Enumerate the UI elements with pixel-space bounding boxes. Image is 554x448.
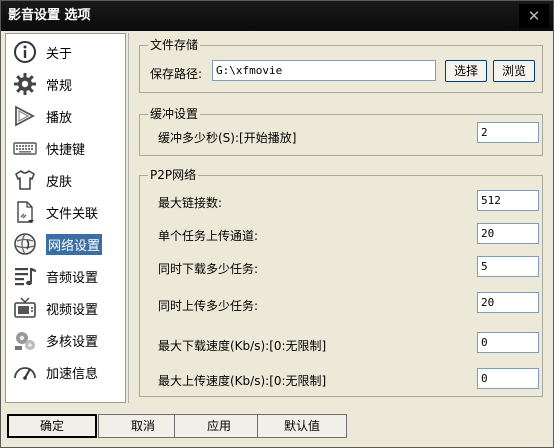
info-icon (12, 40, 38, 64)
sidebar-item-multicore[interactable]: 多核设置 (8, 326, 123, 354)
sidebar-item-label: 快捷键 (46, 142, 86, 158)
play-icon (12, 104, 38, 128)
concurrent-uploads-input[interactable]: 20 (477, 292, 539, 313)
sidebar-item-label: 音频设置 (46, 270, 99, 286)
dialog-footer: 确定 取消 应用 默认值 (1, 405, 553, 447)
keyboard-icon (12, 136, 38, 160)
max-connections-input[interactable]: 512 (477, 190, 539, 211)
sidebar-item-label: 视频设置 (46, 302, 99, 318)
file-storage-group: 文件存储 保存路径: G:\xfmovie 选择 浏览 (139, 38, 543, 93)
max-upload-speed-label: 最大上传速度(Kb/s):[0:无限制] (158, 374, 327, 388)
upload-channels-label: 单个任务上传通道: (158, 229, 259, 243)
settings-window: 影音设置 选项 ✕ 关于 常规 播放 快捷键 皮肤 文件关联 网络设置 音频设置… (0, 0, 554, 448)
sidebar-item-acceleration[interactable]: 加速信息 (8, 358, 123, 386)
buffer-settings-group: 缓冲设置 缓冲多少秒(S):[开始播放] 2 (139, 107, 543, 156)
sidebar-item-label: 网络设置 (44, 232, 104, 256)
select-button[interactable]: 选择 (445, 60, 487, 82)
sidebar-item-label: 播放 (46, 110, 73, 126)
upload-channels-input[interactable]: 20 (477, 223, 539, 244)
tv-icon (12, 296, 38, 320)
gear-icon (12, 72, 38, 96)
group-title: 文件存储 (148, 38, 201, 52)
title-bar[interactable]: 影音设置 选项 ✕ (1, 1, 553, 31)
sidebar-item-label: 常规 (46, 78, 73, 94)
network-settings-panel: 文件存储 保存路径: G:\xfmovie 选择 浏览 缓冲设置 缓冲多少秒(S… (128, 33, 552, 403)
defaults-button[interactable]: 默认值 (257, 414, 347, 438)
sidebar-item-label: 文件关联 (46, 206, 99, 222)
window-title: 影音设置 选项 (8, 8, 91, 23)
sidebar-item-label: 皮肤 (46, 174, 73, 190)
sidebar-nav: 关于 常规 播放 快捷键 皮肤 文件关联 网络设置 音频设置 视频设置 多核设置… (5, 33, 126, 403)
save-path-label: 保存路径: (150, 67, 203, 81)
sidebar-item-about[interactable]: 关于 (8, 38, 123, 66)
max-connections-label: 最大链接数: (158, 196, 223, 210)
apply-button[interactable]: 应用 (174, 414, 264, 438)
speedometer-icon (12, 360, 38, 384)
browse-button[interactable]: 浏览 (493, 60, 535, 82)
concurrent-downloads-input[interactable]: 5 (477, 256, 539, 277)
sidebar-item-general[interactable]: 常规 (8, 70, 123, 98)
audio-icon (12, 264, 38, 288)
shirt-icon (12, 168, 38, 192)
sidebar-item-file-association[interactable]: 文件关联 (8, 198, 123, 226)
sidebar-item-audio[interactable]: 音频设置 (8, 262, 123, 290)
concurrent-uploads-label: 同时上传多少任务: (158, 299, 259, 313)
network-icon (12, 232, 38, 256)
sidebar-item-hotkeys[interactable]: 快捷键 (8, 134, 123, 162)
max-download-speed-label: 最大下载速度(Kb/s):[0:无限制] (158, 339, 327, 353)
sidebar-item-network[interactable]: 网络设置 (8, 230, 123, 258)
p2p-network-group: P2P网络 最大链接数: 512 单个任务上传通道: 20 同时下载多少任务: … (139, 168, 543, 397)
buffer-seconds-input[interactable]: 2 (477, 122, 539, 143)
ok-button[interactable]: 确定 (7, 414, 97, 438)
max-upload-speed-input[interactable]: 0 (477, 368, 539, 389)
sidebar-item-video[interactable]: 视频设置 (8, 294, 123, 322)
concurrent-downloads-label: 同时下载多少任务: (158, 262, 259, 276)
sidebar-item-label: 关于 (46, 46, 73, 62)
multicore-icon (12, 328, 38, 352)
buffer-seconds-label: 缓冲多少秒(S):[开始播放] (158, 131, 297, 145)
sidebar-item-skins[interactable]: 皮肤 (8, 166, 123, 194)
sidebar-item-label: 多核设置 (46, 334, 99, 350)
sidebar-item-playback[interactable]: 播放 (8, 102, 123, 130)
close-button[interactable]: ✕ (519, 4, 549, 28)
save-path-input[interactable]: G:\xfmovie (212, 60, 436, 81)
group-title: P2P网络 (148, 168, 199, 182)
sidebar-item-label: 加速信息 (46, 366, 99, 382)
file-link-icon (12, 200, 38, 224)
max-download-speed-input[interactable]: 0 (477, 332, 539, 353)
group-title: 缓冲设置 (148, 107, 201, 121)
